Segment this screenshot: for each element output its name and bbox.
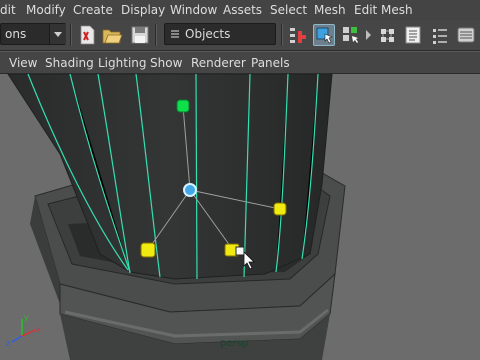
toolbar-separator bbox=[281, 24, 283, 46]
axis-label-y: y bbox=[24, 313, 29, 322]
axis-label-x: x bbox=[36, 325, 41, 334]
menu-edit[interactable]: dit bbox=[0, 3, 16, 17]
toolbar-separator bbox=[70, 24, 72, 46]
menu-mesh[interactable]: Mesh bbox=[314, 3, 346, 17]
select-by-object-icon[interactable] bbox=[340, 24, 362, 46]
snap-to-grid-icon[interactable] bbox=[403, 24, 425, 46]
menuset-value: ons bbox=[5, 27, 27, 41]
select-by-hierarchy-icon[interactable] bbox=[313, 24, 335, 46]
expand-arrow-icon[interactable] bbox=[364, 24, 374, 46]
yellow-handle-right-icon[interactable] bbox=[273, 202, 287, 216]
green-handle-icon[interactable] bbox=[176, 99, 190, 113]
panel-menu-lighting[interactable]: Lighting bbox=[98, 56, 147, 70]
axis-label-z: z bbox=[6, 339, 10, 348]
status-line: ons Objects bbox=[0, 20, 480, 51]
menu-display[interactable]: Display bbox=[121, 3, 165, 17]
viewport-scene: y x z bbox=[6, 74, 346, 360]
chevron-down-icon bbox=[49, 24, 66, 44]
yellow-handle-left-icon[interactable] bbox=[140, 242, 156, 258]
panel-menu-renderer[interactable]: Renderer bbox=[191, 56, 246, 70]
selection-mode-dropdown[interactable]: Objects bbox=[164, 23, 276, 45]
menu-create[interactable]: Create bbox=[73, 3, 113, 17]
select-by-component-icon[interactable] bbox=[377, 24, 399, 46]
history-icon[interactable] bbox=[429, 24, 451, 46]
render-settings-icon[interactable] bbox=[455, 24, 477, 46]
menuset-dropdown[interactable]: ons bbox=[0, 23, 66, 45]
camera-name-label: persp bbox=[220, 338, 249, 349]
toolbar-separator bbox=[155, 24, 157, 46]
selection-mode-icon bbox=[169, 28, 181, 43]
axis-gizmo-icon: y x z bbox=[6, 313, 41, 348]
menu-assets[interactable]: Assets bbox=[223, 3, 262, 17]
menu-window[interactable]: Window bbox=[170, 3, 217, 17]
menu-select[interactable]: Select bbox=[270, 3, 307, 17]
main-menubar: dit Modify Create Display Window Assets … bbox=[0, 0, 480, 21]
panel-menu-panels[interactable]: Panels bbox=[251, 56, 290, 70]
panel-menu-view[interactable]: View bbox=[9, 56, 37, 70]
menu-edit-mesh[interactable]: Edit Mesh bbox=[354, 3, 413, 17]
perspective-viewport[interactable]: y x z persp bbox=[0, 74, 480, 360]
panel-menubar: View Shading Lighting Show Renderer Pane… bbox=[0, 51, 480, 74]
selection-mask-icon[interactable] bbox=[287, 24, 309, 46]
yellow-handle-selected-icon[interactable] bbox=[235, 246, 245, 256]
new-scene-icon[interactable] bbox=[76, 24, 98, 46]
selection-mode-value: Objects bbox=[185, 27, 231, 41]
blue-center-handle-icon[interactable] bbox=[183, 183, 197, 197]
panel-menu-shading[interactable]: Shading bbox=[45, 56, 94, 70]
menu-modify[interactable]: Modify bbox=[26, 3, 66, 17]
panel-menu-show[interactable]: Show bbox=[150, 56, 182, 70]
save-scene-icon[interactable] bbox=[129, 24, 151, 46]
open-scene-icon[interactable] bbox=[101, 24, 123, 46]
